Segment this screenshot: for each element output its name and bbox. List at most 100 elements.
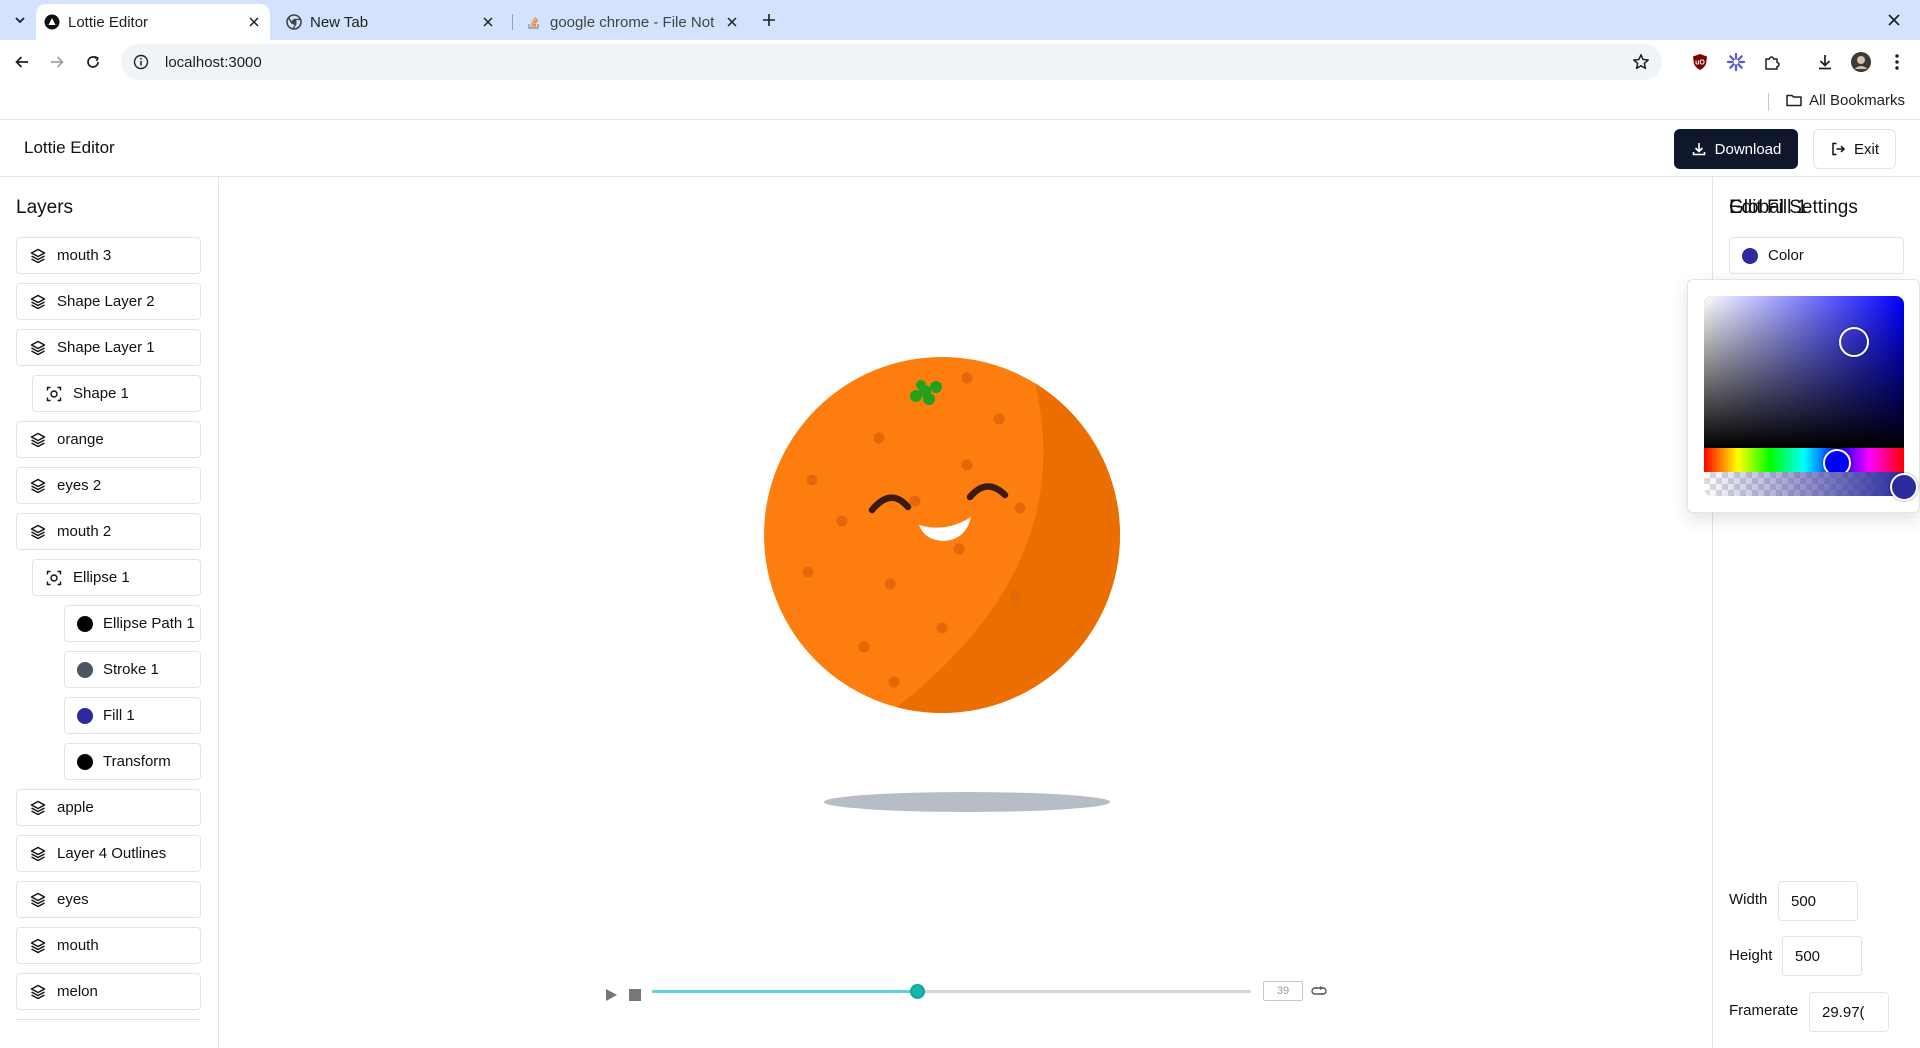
layer-item-ellipse-1[interactable]: Ellipse 1	[32, 559, 201, 596]
tab-new-tab[interactable]: New Tab	[278, 4, 504, 40]
layer-item-eyes[interactable]: eyes	[16, 881, 201, 918]
logout-icon	[1832, 142, 1846, 156]
play-icon[interactable]	[603, 987, 619, 1003]
back-arrow-icon[interactable]	[8, 48, 36, 76]
hue-slider[interactable]	[1704, 448, 1904, 472]
framerate-input[interactable]: 29.97(	[1809, 992, 1889, 1032]
forward-arrow-icon[interactable]	[43, 48, 71, 76]
seek-handle[interactable]	[909, 984, 925, 999]
site-info-icon[interactable]	[131, 52, 151, 72]
layer-item-ellipse-path-1[interactable]: Ellipse Path 1	[64, 605, 201, 642]
layer-item-orange[interactable]: orange	[16, 421, 201, 458]
layers-icon	[29, 523, 47, 541]
layer-label: Transform	[103, 753, 171, 770]
folder-icon	[1785, 91, 1803, 109]
color-button[interactable]: Color	[1729, 237, 1904, 274]
layer-item-mouth-2[interactable]: mouth 2	[16, 513, 201, 550]
layer-item-stroke-1[interactable]: Stroke 1	[64, 651, 201, 688]
layers-heading: Layers	[16, 197, 74, 218]
layer-label: eyes	[57, 891, 89, 908]
lottie-favicon-icon	[44, 14, 60, 30]
shape-icon	[45, 569, 63, 587]
layer-item-apple[interactable]: apple	[16, 789, 201, 826]
profile-avatar[interactable]	[1847, 48, 1875, 76]
tab-title: google chrome - File Not	[550, 13, 715, 31]
window-close-icon[interactable]	[1882, 8, 1906, 32]
layer-item-melon[interactable]: melon	[16, 973, 201, 1010]
alpha-slider[interactable]	[1704, 472, 1904, 496]
tab-search-chevron-icon[interactable]	[8, 8, 32, 32]
tab-close-icon[interactable]	[724, 14, 740, 30]
loop-icon[interactable]	[1311, 983, 1327, 999]
property-color-dot	[77, 753, 93, 770]
tab-lottie-editor[interactable]: Lottie Editor	[36, 4, 270, 40]
address-bar[interactable]: localhost:3000	[121, 44, 1662, 80]
layer-item-layer-4-outlines[interactable]: Layer 4 Outlines	[16, 835, 201, 872]
saturation-value-area[interactable]	[1704, 296, 1904, 448]
tab-close-icon[interactable]	[246, 14, 262, 30]
layer-label: Ellipse 1	[73, 569, 130, 586]
width-input[interactable]: 500	[1778, 881, 1858, 921]
property-color-dot	[77, 707, 93, 724]
color-picker-popover	[1687, 279, 1920, 513]
tab-close-icon[interactable]	[480, 14, 496, 30]
browser-toolbar: localhost:3000 uO	[0, 40, 1920, 85]
seek-track[interactable]	[652, 990, 1251, 993]
layer-item-shape-layer-1[interactable]: Shape Layer 1	[16, 329, 201, 366]
sidebar-bottom-divider	[16, 1019, 200, 1020]
layers-icon	[29, 247, 47, 265]
orange-shadow	[824, 792, 1110, 812]
global-settings-heading: Global Settings	[1729, 197, 1858, 218]
extensions-puzzle-icon[interactable]	[1758, 48, 1786, 76]
layers-icon	[29, 293, 47, 311]
exit-button[interactable]: Exit	[1813, 129, 1896, 169]
saturation-value-handle[interactable]	[1839, 326, 1869, 357]
layer-item-shape-layer-2[interactable]: Shape Layer 2	[16, 283, 201, 320]
tab-google-chrome[interactable]: google chrome - File Not	[518, 4, 748, 40]
layer-item-eyes-2[interactable]: eyes 2	[16, 467, 201, 504]
tab-title: New Tab	[310, 13, 369, 31]
browser-tabstrip: Lottie Editor New Tab google chrome - Fi…	[0, 0, 1920, 40]
layers-icon	[29, 431, 47, 449]
layers-icon	[29, 983, 47, 1001]
ublock-extension-icon[interactable]: uO	[1686, 48, 1714, 76]
layer-item-mouth-3[interactable]: mouth 3	[16, 237, 201, 274]
layers-icon	[29, 937, 47, 955]
layer-item-fill-1[interactable]: Fill 1	[64, 697, 201, 734]
chrome-favicon-icon	[286, 14, 302, 30]
layer-label: mouth 2	[57, 523, 112, 540]
height-label: Height	[1729, 947, 1773, 964]
all-bookmarks-button[interactable]: All Bookmarks	[1785, 91, 1905, 109]
stop-icon[interactable]	[627, 987, 643, 1003]
reload-icon[interactable]	[79, 48, 107, 76]
app-title: Lottie Editor	[24, 138, 115, 157]
frame-number[interactable]: 39	[1263, 981, 1303, 1001]
new-tab-plus-icon[interactable]	[757, 8, 781, 32]
layer-label: Ellipse Path 1	[103, 615, 195, 632]
layer-item-transform[interactable]: Transform	[64, 743, 201, 780]
downloads-icon[interactable]	[1811, 48, 1839, 76]
layer-item-shape-1[interactable]: Shape 1	[32, 375, 201, 412]
width-label: Width	[1729, 891, 1768, 908]
layer-item-mouth[interactable]: mouth	[16, 927, 201, 964]
sparkle-extension-icon[interactable]	[1722, 48, 1750, 76]
url-text[interactable]: localhost:3000	[165, 54, 262, 71]
bookmark-star-icon[interactable]	[1630, 51, 1652, 73]
svg-text:uO: uO	[1695, 60, 1705, 67]
stackoverflow-favicon-icon	[526, 14, 542, 30]
download-button[interactable]: Download	[1674, 129, 1798, 169]
alpha-handle[interactable]	[1890, 473, 1918, 501]
layer-label: orange	[57, 431, 104, 448]
animation-canvas[interactable]	[219, 177, 1712, 1048]
tab-separator	[512, 14, 513, 30]
layer-label: Stroke 1	[103, 661, 159, 678]
more-menu-icon[interactable]	[1883, 48, 1911, 76]
layer-label: Shape Layer 1	[57, 339, 155, 356]
layers-icon	[29, 339, 47, 357]
layer-label: Shape Layer 2	[57, 293, 155, 310]
app-header: Lottie Editor Download Exit	[0, 120, 1920, 177]
exit-label: Exit	[1853, 140, 1879, 158]
height-input[interactable]: 500	[1782, 936, 1862, 976]
framerate-label: Framerate	[1729, 1002, 1799, 1019]
layers-sidebar: Layers mouth 3 Shape Layer 2 Shape Layer 1…	[0, 177, 219, 1048]
